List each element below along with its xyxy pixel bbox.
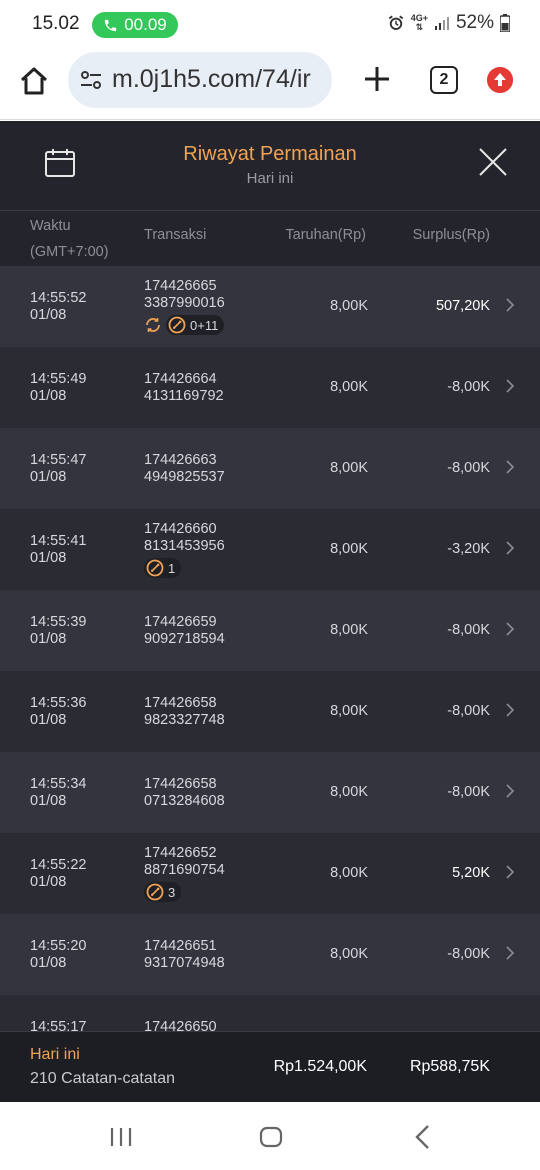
- row-time: 14:55:34 01/08: [30, 776, 87, 809]
- summary-period: Hari ini: [30, 1046, 80, 1063]
- network-indicator: 4G+ ⇅: [410, 13, 428, 32]
- row-surplus: -8,00K: [447, 703, 490, 719]
- row-bet: 8,00K: [330, 622, 368, 638]
- row-surplus: -8,00K: [447, 784, 490, 800]
- close-icon[interactable]: [478, 147, 508, 177]
- signal-icon: [434, 17, 449, 30]
- bonus-badge: 3: [144, 882, 182, 902]
- row-transaction: 174426652 8871690754 3: [144, 845, 225, 902]
- row-surplus: 5,20K: [452, 865, 490, 881]
- row-bet: 8,00K: [330, 946, 368, 962]
- row-bet: 8,00K: [330, 784, 368, 800]
- home-icon[interactable]: [18, 65, 50, 97]
- total-surplus: Rp588,75K: [409, 1058, 490, 1075]
- free-spin-icon: [146, 318, 160, 332]
- row-time: 14:55:22 01/08: [30, 857, 87, 890]
- history-row[interactable]: 14:55:49 01/08 174426664 4131169792 8,00K -8,…: [0, 347, 540, 428]
- site-settings-icon[interactable]: [80, 70, 102, 90]
- chevron-right-icon[interactable]: [504, 701, 516, 719]
- history-row[interactable]: 14:55:47 01/08 174426663 4949825537 8,00K -8,…: [0, 428, 540, 509]
- row-bet: 8,00K: [330, 460, 368, 476]
- browser-toolbar: m.0j1h5.com/74/ir 2: [0, 50, 540, 120]
- chevron-right-icon[interactable]: [504, 944, 516, 962]
- row-surplus: -3,20K: [447, 541, 490, 557]
- row-bet: 8,00K: [330, 298, 368, 314]
- chevron-right-icon[interactable]: [504, 620, 516, 638]
- row-bet: 8,00K: [330, 865, 368, 881]
- row-time: 14:55:52 01/08: [30, 290, 87, 323]
- battery-percent: 52%: [455, 12, 494, 33]
- new-tab-icon[interactable]: [362, 64, 392, 94]
- row-surplus: -8,00K: [447, 946, 490, 962]
- chevron-right-icon[interactable]: [504, 377, 516, 395]
- bonus-badge: 0+11: [166, 315, 225, 335]
- table-header: Waktu (GMT+7:00) Transaksi Taruhan(Rp) Su…: [0, 211, 540, 266]
- bonus-ball-icon: [168, 316, 186, 334]
- row-transaction: 174426658 9823327748: [144, 695, 225, 728]
- row-bet: 8,00K: [330, 541, 368, 557]
- summary-footer: Hari ini 210 Catatan-catatan Rp1.524,00K…: [0, 1031, 540, 1102]
- row-surplus: -8,00K: [447, 460, 490, 476]
- battery-icon: [500, 14, 510, 32]
- row-transaction: 174426665 3387990016 0+11: [144, 278, 225, 335]
- row-time: 14:55:36 01/08: [30, 695, 87, 728]
- row-surplus: -8,00K: [447, 379, 490, 395]
- bonus-ball-icon: [146, 559, 164, 577]
- row-bet: 8,00K: [330, 703, 368, 719]
- status-bar: 15.02 00.09 4G+ ⇅ 52%: [0, 0, 540, 50]
- row-time: 14:55:39 01/08: [30, 614, 87, 647]
- row-transaction: 174426664 4131169792: [144, 371, 224, 404]
- call-indicator[interactable]: 00.09: [92, 12, 178, 38]
- column-transaction: Transaksi: [144, 227, 207, 243]
- page-subtitle: Hari ini: [246, 170, 294, 187]
- row-transaction: 174426651 9317074948: [144, 938, 225, 971]
- history-row[interactable]: 14:55:22 01/08 174426652 8871690754 3 8,00K 5,…: [0, 833, 540, 914]
- upload-icon[interactable]: [487, 67, 513, 93]
- column-time: Waktu (GMT+7:00): [30, 218, 109, 260]
- row-time: 14:55:41 01/08: [30, 533, 87, 566]
- recent-apps-icon[interactable]: [108, 1126, 134, 1148]
- row-time: 14:55:49 01/08: [30, 371, 87, 404]
- row-time: 14:55:20 01/08: [30, 938, 87, 971]
- column-surplus: Surplus(Rp): [412, 227, 490, 243]
- game-history-panel: Riwayat Permainan Hari ini Waktu (GMT+7:0…: [0, 121, 540, 1102]
- row-bet: 8,00K: [330, 379, 368, 395]
- history-row[interactable]: 14:55:36 01/08 174426658 9823327748 8,00K -8,…: [0, 671, 540, 752]
- bonus-badge: 1: [144, 558, 182, 578]
- row-transaction: 174426658 0713284608: [144, 776, 225, 809]
- history-row[interactable]: 14:55:20 01/08 174426651 9317074948 8,00K -8,…: [0, 914, 540, 995]
- system-nav-bar: [0, 1102, 540, 1170]
- row-transaction: 174426663 4949825537: [144, 452, 225, 485]
- page-title: Riwayat Permainan: [183, 143, 357, 165]
- row-transaction: 174426660 8131453956 1: [144, 521, 225, 578]
- home-nav-icon[interactable]: [259, 1126, 283, 1148]
- chevron-right-icon[interactable]: [504, 539, 516, 557]
- url-text: m.0j1h5.com/74/ir: [112, 65, 311, 93]
- status-time: 15.02: [32, 13, 80, 34]
- column-bet: Taruhan(Rp): [285, 227, 366, 243]
- row-surplus: 507,20K: [435, 298, 490, 314]
- record-count: 210 Catatan-catatan: [30, 1070, 175, 1087]
- panel-header: Riwayat Permainan Hari ini: [0, 121, 540, 211]
- chevron-right-icon[interactable]: [504, 296, 516, 314]
- history-row[interactable]: 14:55:34 01/08 174426658 0713284608 8,00K -8,…: [0, 752, 540, 833]
- history-row[interactable]: 14:55:41 01/08 174426660 8131453956 1 8,00K -3…: [0, 509, 540, 590]
- alarm-icon: [388, 15, 404, 30]
- tab-switcher-button[interactable]: 2: [430, 66, 458, 94]
- chevron-right-icon[interactable]: [504, 863, 516, 881]
- chevron-right-icon[interactable]: [504, 782, 516, 800]
- row-surplus: -8,00K: [447, 622, 490, 638]
- bonus-ball-icon: [146, 883, 164, 901]
- call-timer: 00.09: [124, 15, 167, 34]
- url-bar[interactable]: m.0j1h5.com/74/ir: [68, 52, 332, 108]
- back-icon[interactable]: [414, 1124, 432, 1150]
- total-bet: Rp1.524,00K: [273, 1058, 367, 1075]
- row-transaction: 174426659 9092718594: [144, 614, 225, 647]
- phone-icon: [105, 19, 117, 31]
- history-list: 14:55:52 01/08 174426665 3387990016 0+11 8,00…: [0, 266, 540, 1076]
- history-row[interactable]: 14:55:39 01/08 174426659 9092718594 8,00K -8,…: [0, 590, 540, 671]
- row-time: 14:55:47 01/08: [30, 452, 87, 485]
- history-row[interactable]: 14:55:52 01/08 174426665 3387990016 0+11 8,00…: [0, 266, 540, 347]
- chevron-right-icon[interactable]: [504, 458, 516, 476]
